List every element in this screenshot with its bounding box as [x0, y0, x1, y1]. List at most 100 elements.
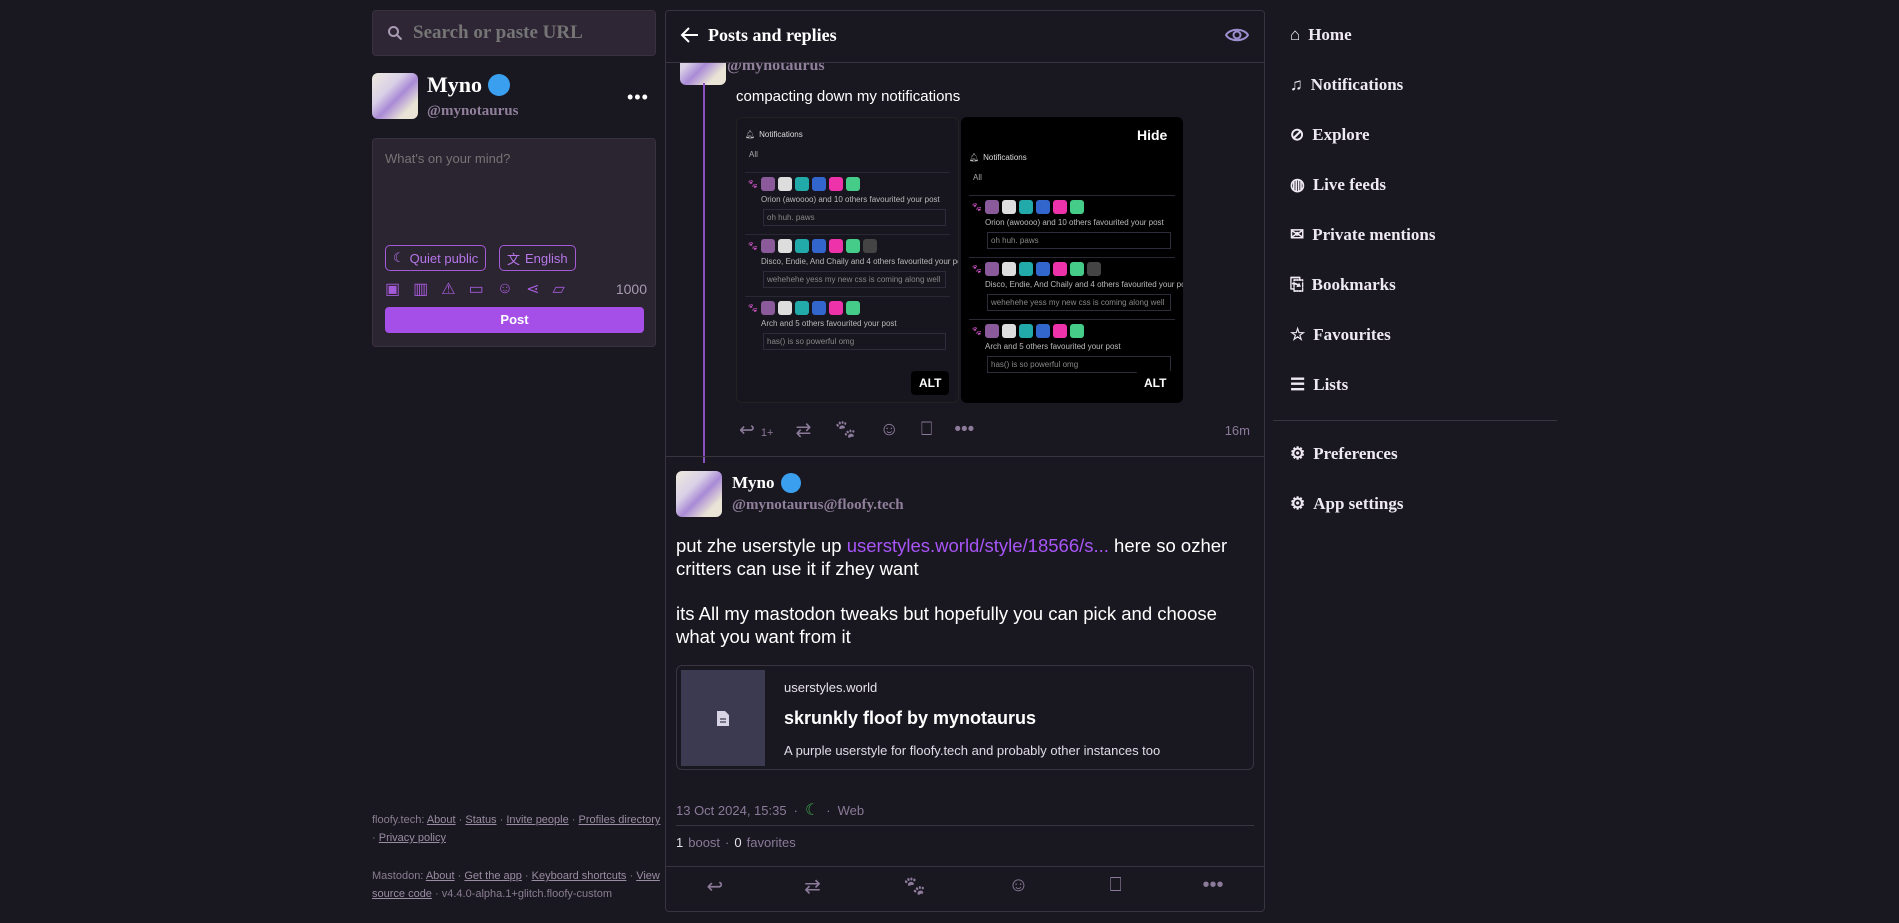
instance-footer: floofy.tech: About · Status · Invite peo… [372, 814, 661, 844]
main-column: Posts and replies @mynotaurus compacting… [665, 10, 1265, 912]
avatar-thumb [985, 200, 999, 214]
emoji-reaction-icon[interactable]: ☺ [880, 419, 899, 441]
emoji-reaction-icon[interactable]: ☺ [1008, 874, 1028, 899]
nav-explore[interactable]: ⊘ Explore [1290, 125, 1370, 145]
nav-label: Notifications [1310, 75, 1404, 94]
nav-favourites[interactable]: ☆ Favourites [1290, 325, 1391, 345]
favorite-label[interactable]: favorites [747, 835, 796, 850]
footer-link[interactable]: Get the app [464, 870, 522, 882]
avatar-thumb [829, 177, 843, 191]
attachment-image[interactable]: 🔔︎ Notifications All 🐾︎ Orion (awoooo) and… [961, 117, 1183, 403]
avatar-thumb [761, 239, 775, 253]
avatar-thumb [778, 177, 792, 191]
footer-link[interactable]: Keyboard shortcuts [532, 870, 627, 882]
bookmarks-icon: ⎘ [1290, 275, 1304, 294]
more-icon[interactable]: ••• [627, 87, 649, 108]
quiet-public-moon-icon: ☾ [804, 802, 820, 819]
avatar-thumb [1036, 200, 1050, 214]
nav-app-settings[interactable]: ⚙ App settings [1290, 494, 1403, 514]
nav-lists[interactable]: ☰ Lists [1290, 375, 1348, 395]
avatar-thumb [1070, 262, 1084, 276]
back-arrow-icon[interactable] [680, 25, 700, 45]
nav-label: Private mentions [1312, 225, 1436, 244]
author-name[interactable]: Myno [732, 473, 775, 493]
avatar-thumb [1002, 324, 1016, 338]
search-input[interactable] [413, 20, 643, 46]
avatar-thumb [985, 262, 999, 276]
boost-icon[interactable]: ⇄ [804, 874, 821, 899]
reply-all-icon[interactable]: ↩ [706, 874, 723, 899]
avatar-thumb [1087, 262, 1101, 276]
paw-icon[interactable]: 🐾︎ [902, 874, 927, 899]
avatar[interactable] [372, 73, 418, 119]
footer-link[interactable]: Privacy policy [379, 832, 446, 844]
screenshot-header: 🔔︎ Notifications [969, 147, 1175, 167]
avatar[interactable] [676, 471, 722, 517]
share-icon[interactable]: ⋖ [526, 279, 539, 299]
avatar-thumb [795, 301, 809, 315]
avatar-thumb [1002, 262, 1016, 276]
emoji-icon[interactable]: ☺ [497, 280, 513, 298]
post-time: 16m [1224, 423, 1250, 438]
avatar-thumb [812, 239, 826, 253]
verified-icon [780, 473, 801, 493]
bookmark-icon[interactable]: ⎕ [921, 419, 932, 441]
nav-live-feeds[interactable]: ◍ Live feeds [1290, 175, 1386, 195]
footer-link[interactable]: Profiles directory [579, 814, 661, 826]
footer-link[interactable]: About [426, 870, 455, 882]
alt-badge[interactable]: ALT [1136, 371, 1175, 395]
warning-icon[interactable]: ⚠ [441, 279, 455, 299]
hide-button[interactable]: Hide [1137, 127, 1167, 143]
screenshot-quote: has() is so powerful omg [763, 333, 946, 350]
divider [676, 825, 1254, 826]
post-text: put zhe userstyle up userstyles.world/st… [676, 534, 1251, 580]
boost-icon[interactable]: ⇄ [795, 419, 811, 442]
post-date[interactable]: 13 Oct 2024, 15:35 [676, 803, 787, 818]
footer-link[interactable]: Invite people [506, 814, 568, 826]
moon-icon: ☾ [393, 250, 405, 265]
paw-icon[interactable]: 🐾︎ [833, 418, 857, 442]
avatar-thumb [778, 301, 792, 315]
visibility-button[interactable]: ☾ Quiet public [385, 245, 487, 271]
screenshot-title: Notifications [759, 129, 803, 139]
link-card[interactable]: userstyles.world skrunkly floof by mynot… [676, 665, 1254, 770]
nav-label: Lists [1313, 375, 1349, 394]
screenshot-row: 🐾︎ Arch and 5 others favourited your pos… [969, 319, 1175, 379]
nav-preferences[interactable]: ⚙ Preferences [1290, 444, 1398, 464]
poll-icon[interactable]: ▥ [413, 279, 428, 299]
paw-icon: 🐾︎ [747, 179, 759, 189]
nav-bookmarks[interactable]: ⎘ Bookmarks [1290, 275, 1396, 295]
card-title: skrunkly floof by mynotaurus [784, 708, 1037, 728]
attachment-image[interactable]: 🔔︎ Notifications All 🐾︎ Orion (awoooo) and… [736, 117, 959, 403]
screenshot-title: Notifications [983, 152, 1027, 162]
post-app: Web [837, 802, 865, 818]
boost-label[interactable]: boost [688, 835, 720, 850]
profile-name: Myno [427, 72, 482, 97]
post-button[interactable]: Post [385, 307, 644, 333]
search-box[interactable] [372, 10, 656, 56]
compose-input[interactable] [385, 151, 643, 241]
post-link[interactable]: userstyles.world/style/18566/s... [847, 535, 1109, 556]
footer-link[interactable]: Status [465, 814, 496, 826]
avatar-thumb [846, 239, 860, 253]
gears-icon: ⚙ [1290, 494, 1306, 513]
nav-home[interactable]: ⌂ Home [1290, 25, 1352, 45]
more-icon[interactable]: ••• [954, 419, 974, 441]
media-icon[interactable]: ▣ [385, 279, 400, 299]
nav-private-mentions[interactable]: ✉ Private mentions [1290, 225, 1435, 245]
more-icon[interactable]: ••• [1203, 874, 1224, 899]
avatar-thumb [846, 177, 860, 191]
bookmark-icon[interactable]: ⎕ [1110, 874, 1122, 899]
language-button[interactable]: 文 English [499, 245, 576, 271]
alt-badge[interactable]: ALT [911, 371, 950, 395]
footer-link[interactable]: About [427, 814, 456, 826]
avatar-thumb [1019, 200, 1033, 214]
nav-notifications[interactable]: ♫ Notifications [1290, 75, 1403, 95]
quote-icon[interactable]: ▱ [552, 279, 564, 299]
paw-icon: 🐾︎ [971, 202, 983, 212]
reply-icon[interactable]: ↩ 1+ [739, 419, 773, 442]
eye-icon[interactable] [1225, 26, 1249, 44]
screenshot-header: 🔔︎ Notifications [745, 124, 950, 144]
avatar-thumb [829, 301, 843, 315]
content-warning-icon[interactable]: ▭ [469, 279, 484, 299]
